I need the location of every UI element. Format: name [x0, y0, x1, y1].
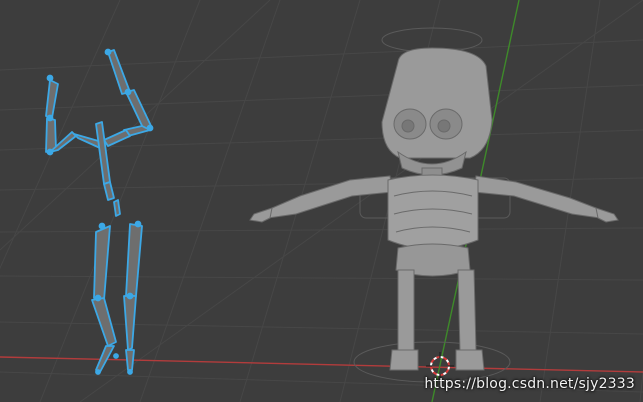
arm-right[interactable]	[473, 175, 601, 219]
3d-viewport[interactable]: https://blog.csdn.net/sjy2333	[0, 0, 643, 402]
bone-upper-arm-left[interactable]	[45, 79, 59, 119]
bone-forearm-right[interactable]	[125, 89, 153, 131]
watermark-text: https://blog.csdn.net/sjy2333	[424, 376, 635, 392]
viewport-canvas[interactable]	[0, 0, 643, 402]
bone-shoulder-right[interactable]	[103, 129, 131, 147]
skeleton-mesh[interactable]	[249, 47, 619, 371]
bone-shin-right[interactable]	[123, 295, 137, 351]
leg-left[interactable]	[397, 269, 415, 353]
bone-hip[interactable]	[113, 199, 121, 217]
armature-bones[interactable]	[45, 48, 154, 375]
leg-right[interactable]	[457, 269, 477, 353]
bone-spine[interactable]	[95, 121, 111, 185]
foot-left[interactable]	[389, 349, 419, 371]
bone-upper-arm-right[interactable]	[107, 49, 131, 95]
bone-thigh-left[interactable]	[93, 225, 111, 301]
hand-left[interactable]	[249, 207, 273, 223]
bone-thigh-right[interactable]	[125, 223, 143, 297]
bone-foot-right[interactable]	[125, 349, 135, 371]
skull[interactable]	[381, 47, 493, 159]
foot-right[interactable]	[455, 349, 485, 371]
bone-shin-left[interactable]	[91, 297, 117, 347]
hand-right[interactable]	[595, 207, 619, 223]
arm-left[interactable]	[267, 175, 393, 219]
bone-spine-lower[interactable]	[103, 181, 115, 201]
